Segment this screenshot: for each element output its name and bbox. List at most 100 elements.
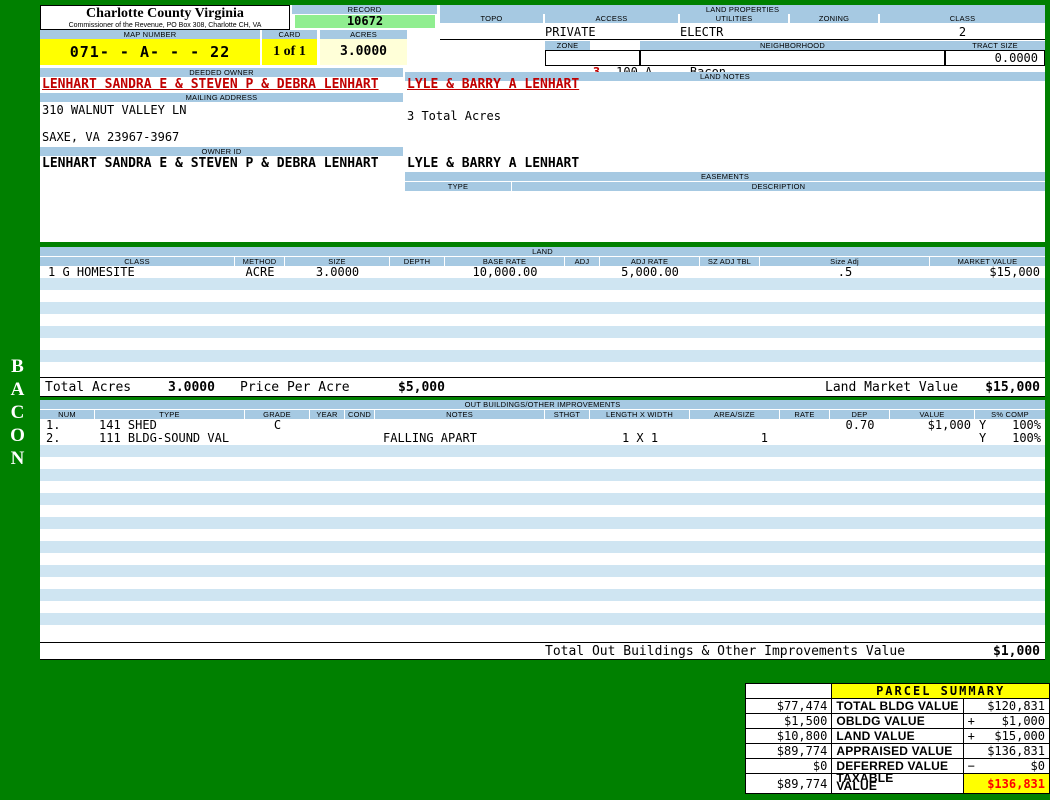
- land-data-row: 1 G HOMESITE ACRE 3.0000 10,000.00 5,000…: [40, 266, 1045, 278]
- ob-area-size: 1: [760, 432, 768, 445]
- summary-left-value: $89,774: [744, 743, 833, 759]
- acres-label: ACRES: [320, 30, 407, 39]
- land-sz-adj-tbl-cell: [700, 266, 760, 278]
- ob-grade: [245, 432, 310, 445]
- ob-rate: [780, 432, 830, 445]
- county-title: Charlotte County Virginia: [86, 6, 244, 21]
- ob-cond: [345, 419, 375, 432]
- mailing-address-label: MAILING ADDRESS: [40, 93, 403, 102]
- land-market-value-cell: $15,000: [989, 266, 1040, 278]
- zone-value-box: 3100 A: [545, 50, 652, 79]
- land-col-sz-adj-tbl: SZ ADJ TBL: [700, 257, 760, 266]
- deeded-owner-value: LENHART SANDRA E & STEVEN P & DEBRA LENH…: [42, 77, 379, 92]
- taxable-value-label: TAXABLE VALUE: [836, 771, 894, 793]
- col-zoning: ZONING: [790, 14, 878, 23]
- land-base-rate-cell: 10,000.00: [472, 266, 538, 278]
- ob-area-size: [690, 419, 780, 432]
- empty-row: [40, 589, 1045, 601]
- co-owner-name: LYLE & BARRY A LENHART: [407, 77, 580, 92]
- land-class-cell: 1 G HOMESITE: [48, 266, 135, 278]
- tract-size-value: 0.0000: [945, 50, 1045, 66]
- col-topo: TOPO: [440, 14, 543, 23]
- land-properties-header: LAND PROPERTIES: [440, 5, 1045, 14]
- ob-col-num: NUM: [40, 410, 95, 419]
- empty-row: [40, 493, 1045, 505]
- easements-type-label: TYPE: [405, 182, 511, 191]
- land-section-header: LAND: [40, 247, 1045, 256]
- class-value: 2: [958, 25, 967, 39]
- land-method-cell: ACRE: [245, 266, 275, 278]
- ob-col-length-x-width: LENGTH X WIDTH: [590, 410, 690, 419]
- summary-label: TAXABLE VALUE: [831, 771, 964, 794]
- summary-operator: +: [967, 714, 975, 728]
- district-watermark-label: BACON: [7, 356, 28, 471]
- empty-row: [40, 529, 1045, 541]
- address-line1: 310 WALNUT VALLEY LN: [42, 103, 187, 117]
- summary-right-cell: + $1,000: [962, 713, 1050, 729]
- price-per-acre-value: $5,000: [398, 380, 445, 395]
- empty-row: [40, 350, 1045, 362]
- empty-row: [40, 601, 1045, 613]
- ob-col-year: YEAR: [310, 410, 345, 419]
- empty-row: [40, 278, 1045, 290]
- ob-col-grade: GRADE: [245, 410, 310, 419]
- access-value: PRIVATE: [545, 25, 596, 39]
- summary-label: APPRAISED VALUE: [831, 743, 964, 759]
- land-col-market-value: MARKET VALUE: [930, 257, 1045, 266]
- summary-left-value: $77,474: [744, 698, 833, 714]
- utilities-value: ELECTR: [680, 25, 724, 39]
- ob-grade: C: [273, 419, 282, 432]
- summary-left-value: $0: [744, 758, 833, 774]
- empty-row: [40, 457, 1045, 469]
- summary-right-value: $0: [1030, 759, 1045, 773]
- summary-title-row: PARCEL SUMMARY: [744, 683, 1050, 699]
- col-access: ACCESS: [545, 14, 678, 23]
- empty-row: [40, 553, 1045, 565]
- empty-row: [40, 314, 1045, 326]
- land-column-headers: CLASS METHOD SIZE DEPTH BASE RATE ADJ AD…: [40, 257, 1045, 266]
- easements-header: EASEMENTS: [405, 172, 1045, 181]
- summary-left-value: $1,500: [744, 713, 833, 729]
- land-size-cell: 3.0000: [315, 266, 360, 278]
- owner-id-label: OWNER ID: [40, 147, 403, 156]
- ob-rate: [780, 419, 830, 432]
- summary-operator: −: [967, 759, 975, 773]
- ob-dep: 0.70: [845, 419, 875, 432]
- ob-comp: Y 100%: [975, 432, 1045, 445]
- summary-left-value: $10,800: [744, 728, 833, 744]
- summary-label: LAND VALUE: [831, 728, 964, 744]
- ob-notes: [375, 419, 545, 432]
- ob-value: [890, 432, 975, 445]
- summary-row: $1,500 OBLDG VALUE + $1,000: [744, 713, 1050, 729]
- summary-right-cell: − $0: [962, 758, 1050, 774]
- co-owner-id-value: LYLE & BARRY A LENHART: [407, 156, 580, 171]
- ob-num: 1.: [46, 419, 61, 432]
- ob-comp-flag: Y: [979, 419, 987, 432]
- land-col-method: METHOD: [235, 257, 285, 266]
- out-buildings-totals-row: Total Out Buildings & Other Improvements…: [40, 642, 1045, 660]
- empty-row: [40, 565, 1045, 577]
- summary-right-cell: + $15,000: [962, 728, 1050, 744]
- ob-col-area-size: AREA/SIZE: [690, 410, 780, 419]
- taxable-value-total: $136,831: [962, 773, 1050, 794]
- ob-col-sthgt: STHGT: [545, 410, 590, 419]
- address-line2: SAXE, VA 23967-3967: [42, 130, 180, 144]
- out-buildings-column-headers: NUM TYPE GRADE YEAR COND NOTES STHGT LEN…: [40, 410, 1045, 419]
- ob-num: 2.: [46, 432, 61, 445]
- empty-row: [40, 290, 1045, 302]
- ob-col-rate: RATE: [780, 410, 830, 419]
- empty-row: [40, 445, 1045, 457]
- summary-right-value: $1,000: [1001, 714, 1045, 728]
- land-col-depth: DEPTH: [390, 257, 445, 266]
- land-market-value-total: $15,000: [985, 380, 1040, 395]
- summary-spacer-cell: [744, 683, 833, 699]
- acres-value: 3.0000: [320, 39, 407, 65]
- ob-col-s-comp: S% COMP: [975, 410, 1045, 419]
- tract-size-label: TRACT SIZE: [945, 41, 1045, 50]
- summary-row: $89,774 APPRAISED VALUE $136,831: [744, 743, 1050, 759]
- summary-right-cell: $120,831: [962, 698, 1050, 714]
- land-col-size-adj: Size Adj: [760, 257, 930, 266]
- property-record-card: BACON Charlotte County Virginia Commissi…: [0, 0, 1050, 800]
- empty-row: [40, 541, 1045, 553]
- empty-row: [40, 469, 1045, 481]
